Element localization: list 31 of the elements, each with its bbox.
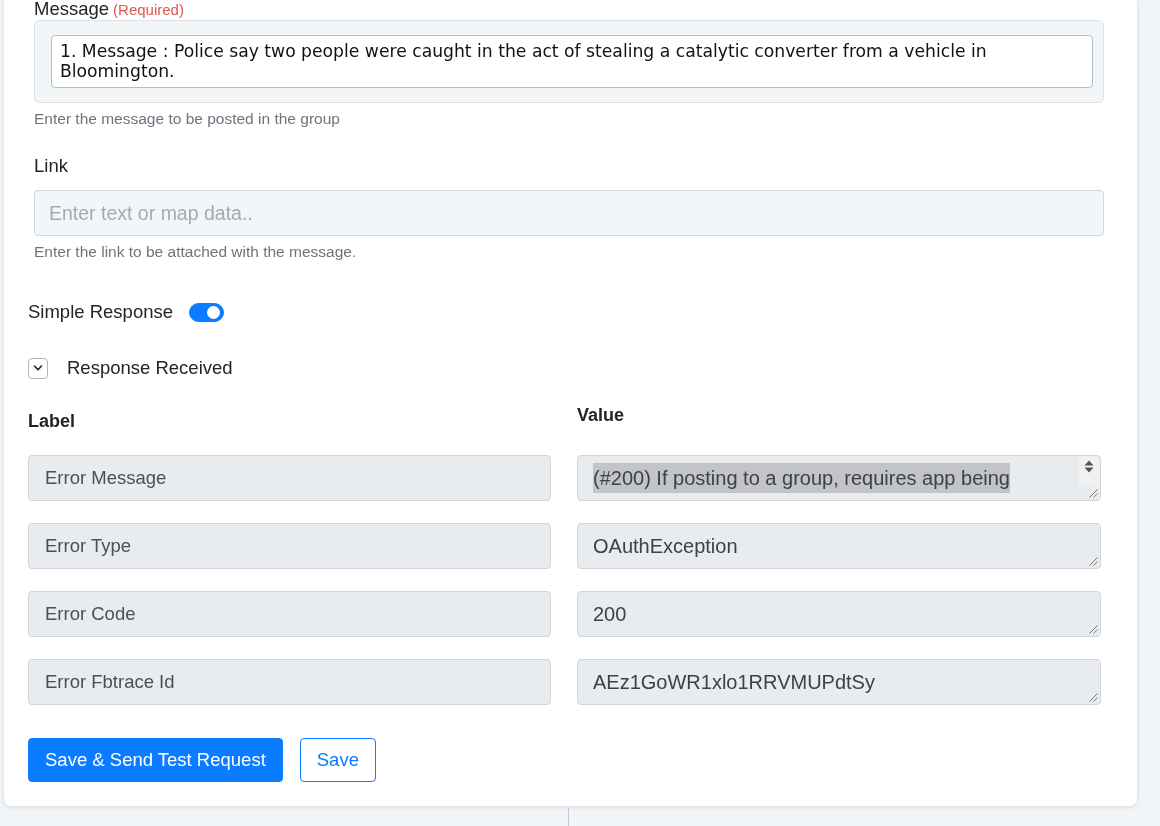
- label-field: Error Fbtrace Id: [28, 659, 551, 705]
- save-button[interactable]: Save: [299, 738, 376, 782]
- simple-response-toggle[interactable]: [189, 302, 224, 322]
- resize-grip-icon: [1089, 557, 1098, 566]
- value-field[interactable]: AEz1GoWR1xlo1RRVMUPdtSy: [577, 659, 1101, 705]
- column-header: Value: [577, 405, 626, 427]
- required-note: (Required): [113, 1, 184, 19]
- scroll-down-icon: [1084, 467, 1094, 473]
- toggle-label: Simple Response: [28, 302, 173, 322]
- section-title: Response Received: [67, 358, 233, 378]
- save-and-send-button[interactable]: Save & Send Test Request: [28, 738, 283, 782]
- label-field: Error Type: [28, 523, 551, 569]
- value-field[interactable]: OAuthException: [577, 523, 1101, 569]
- value-field[interactable]: 200: [577, 591, 1101, 637]
- column-header: Label: [28, 411, 76, 431]
- resize-grip-icon: [1089, 693, 1098, 702]
- link-field[interactable]: Enter text or map data..: [34, 190, 1104, 236]
- label-field: Error Code: [28, 591, 551, 637]
- label-field: Error Message: [28, 455, 551, 501]
- hint-text: Enter the message to be posted in the group: [34, 111, 341, 127]
- chevron-down-icon: [33, 363, 43, 373]
- scroll-up-icon: [1084, 460, 1094, 466]
- field-label: Message: [34, 0, 110, 18]
- resize-grip-icon: [1089, 489, 1098, 498]
- value-field[interactable]: (#200) If posting to a group, requires app being: [577, 455, 1101, 501]
- field-label: Link: [34, 157, 68, 175]
- scrollbar[interactable]: [1079, 457, 1099, 487]
- message-field[interactable]: 1. Message : Police say two people were caught in the act of stealing a catalytic converter from a vehicle in Bloomington.: [51, 35, 1093, 88]
- expand-button[interactable]: [28, 357, 48, 379]
- hint-text: Enter the link to be attached with the message.: [34, 244, 358, 260]
- resize-grip-icon: [1089, 625, 1098, 634]
